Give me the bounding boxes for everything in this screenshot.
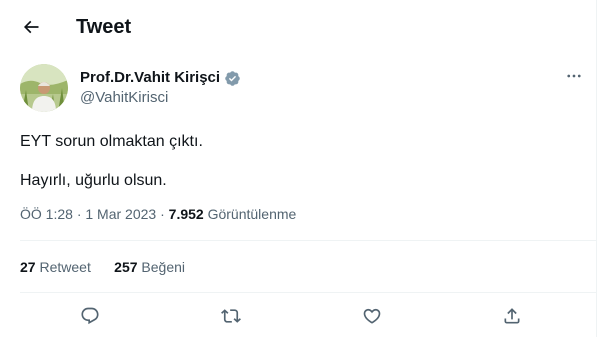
author-display-name[interactable]: Prof.Dr.Vahit Kirişci — [80, 68, 220, 88]
more-options-button[interactable] — [558, 64, 590, 88]
divider — [20, 240, 596, 241]
avatar[interactable] — [20, 64, 68, 112]
share-button[interactable] — [500, 304, 524, 328]
reply-icon — [81, 307, 99, 325]
reply-button[interactable] — [78, 304, 102, 328]
page-title: Tweet — [76, 16, 132, 38]
retweets-count: 27 — [20, 259, 36, 275]
meta-separator: · — [76, 206, 82, 222]
like-icon — [363, 308, 381, 324]
page-header: Tweet — [0, 0, 596, 53]
author-name[interactable]: Prof.Dr.Vahit Kirişci — [80, 68, 241, 88]
views-count: 7.952 — [168, 206, 204, 222]
author-username[interactable]: @VahitKirisci — [80, 88, 168, 108]
tweet-text-line-1: EYT sorun olmaktan çıktı. — [20, 133, 203, 150]
tweet-date[interactable]: 1 Mar 2023 — [85, 206, 156, 222]
like-button[interactable] — [360, 304, 384, 328]
divider — [20, 292, 596, 293]
share-icon — [504, 308, 520, 324]
tweet-stats: 27 Retweet 257 Beğeni — [20, 257, 185, 277]
tweet-text-line-2: Hayırlı, uğurlu olsun. — [20, 172, 167, 189]
retweets-link[interactable]: 27 Retweet — [20, 259, 91, 275]
likes-label: Beğeni — [141, 259, 186, 275]
tweet-time[interactable]: ÖÖ 1:28 — [20, 206, 73, 222]
verified-badge-icon — [225, 70, 240, 86]
likes-link[interactable]: 257 Beğeni — [114, 259, 185, 275]
more-dots-icon — [567, 74, 581, 78]
likes-count: 257 — [114, 259, 138, 275]
column-border — [596, 0, 597, 337]
arrow-left-icon — [23, 20, 39, 34]
retweets-label: Retweet — [39, 259, 91, 275]
retweet-button[interactable] — [219, 304, 243, 328]
retweet-icon — [221, 309, 241, 323]
tweet-meta: ÖÖ 1:28 · 1 Mar 2023 · 7.952 Görüntülenm… — [20, 204, 296, 224]
back-button[interactable] — [14, 10, 48, 44]
meta-separator: · — [160, 206, 165, 222]
views-label: Görüntülenme — [207, 206, 297, 222]
